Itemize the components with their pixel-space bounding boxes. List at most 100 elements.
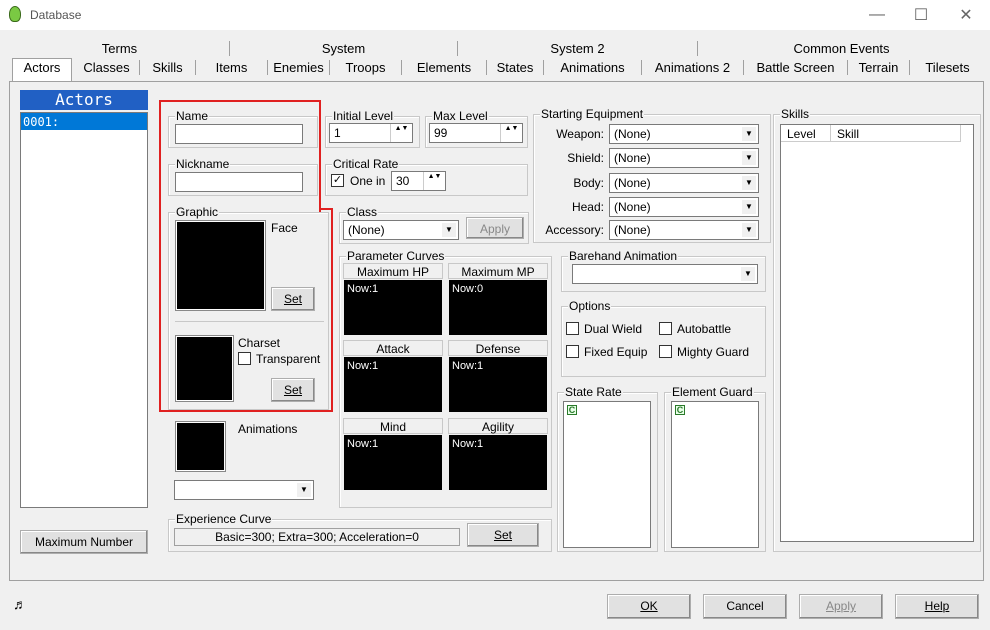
accessory-select[interactable]: (None) ▼	[609, 220, 759, 240]
accessory-value: (None)	[614, 223, 651, 237]
ok-button[interactable]: OK	[607, 594, 691, 619]
tab-states[interactable]: States	[487, 60, 544, 75]
tab-terms[interactable]: Terms	[10, 41, 230, 56]
barehand-select[interactable]: ▼	[572, 264, 758, 284]
curve-defense[interactable]: Now:1	[449, 357, 547, 412]
actors-list[interactable]: 0001:	[20, 112, 148, 508]
shield-select[interactable]: (None) ▼	[609, 148, 759, 168]
tab-elements[interactable]: Elements	[402, 60, 487, 75]
tab-system-2[interactable]: System 2	[458, 41, 698, 56]
tab-tilesets[interactable]: Tilesets	[910, 60, 985, 75]
max-level-label: Max Level	[432, 109, 489, 123]
help-button[interactable]: Help	[895, 594, 979, 619]
experience-curve-value: Basic=300; Extra=300; Acceleration=0	[174, 528, 460, 546]
app-icon	[9, 6, 21, 22]
weapon-select[interactable]: (None) ▼	[609, 124, 759, 144]
tab-row-1: Terms System System 2 Common Events	[10, 41, 985, 59]
equipment-label: Starting Equipment	[540, 107, 645, 121]
curve-attack[interactable]: Now:1	[344, 357, 442, 412]
curve-max-hp[interactable]: Now:1	[344, 280, 442, 335]
accessory-label: Accessory:	[545, 223, 604, 237]
mighty-guard-checkbox[interactable]	[659, 345, 672, 358]
element-guard-list[interactable]: C	[671, 401, 759, 548]
max-level-input[interactable]: 99 ▲▼	[429, 123, 523, 143]
skills-col-level[interactable]: Level	[781, 125, 831, 142]
tab-system[interactable]: System	[230, 41, 458, 56]
parameter-curves-label: Parameter Curves	[346, 249, 446, 263]
class-apply-button[interactable]: Apply	[466, 217, 524, 239]
curve-agility[interactable]: Now:1	[449, 435, 547, 490]
maximum-number-button[interactable]: Maximum Number	[20, 530, 148, 554]
head-select[interactable]: (None) ▼	[609, 197, 759, 217]
tab-terrain[interactable]: Terrain	[848, 60, 910, 75]
initial-level-spinner[interactable]: ▲▼	[390, 124, 412, 142]
chevron-down-icon: ▼	[297, 483, 311, 497]
skills-label: Skills	[780, 107, 811, 121]
animations-label: Animations	[238, 422, 298, 436]
max-level-spinner[interactable]: ▲▼	[500, 124, 522, 142]
chevron-down-icon: ▼	[742, 151, 756, 165]
mighty-guard-label: Mighty Guard	[677, 345, 750, 359]
tab-troops[interactable]: Troops	[330, 60, 402, 75]
state-rate-c-icon[interactable]: C	[567, 405, 577, 415]
tab-items[interactable]: Items	[196, 60, 268, 75]
chevron-down-icon: ▼	[742, 127, 756, 141]
tab-common-events[interactable]: Common Events	[698, 41, 985, 56]
apply-label: Apply	[825, 599, 857, 613]
music-note-icon[interactable]: ♬	[13, 596, 27, 612]
critical-rate-spinner[interactable]: ▲▼	[423, 172, 445, 190]
fixed-equip-checkbox[interactable]	[566, 345, 579, 358]
options-group: Options	[561, 299, 766, 377]
tab-battle-screen[interactable]: Battle Screen	[744, 60, 848, 75]
experience-set-label: Set	[493, 528, 512, 542]
minimize-button[interactable]: —	[854, 0, 900, 30]
critical-rate-input[interactable]: 30 ▲▼	[391, 171, 446, 191]
autobattle-checkbox[interactable]	[659, 322, 672, 335]
class-select[interactable]: (None) ▼	[343, 220, 459, 240]
skills-col-skill[interactable]: Skill	[831, 125, 961, 142]
dual-wield-checkbox[interactable]	[566, 322, 579, 335]
critical-checkbox[interactable]: ✓	[331, 174, 344, 187]
fixed-equip-label: Fixed Equip	[584, 345, 648, 359]
list-item[interactable]: 0001:	[21, 113, 147, 130]
initial-level-value: 1	[334, 126, 341, 140]
initial-level-input[interactable]: 1 ▲▼	[329, 123, 413, 143]
body-select[interactable]: (None) ▼	[609, 173, 759, 193]
state-rate-list[interactable]: C	[563, 401, 651, 548]
experience-set-button[interactable]: Set	[467, 523, 539, 547]
chevron-down-icon: ▼	[741, 267, 755, 281]
close-button[interactable]: ✕	[943, 0, 989, 30]
critical-rate-value: 30	[396, 174, 410, 188]
experience-curve-label: Experience Curve	[175, 512, 273, 526]
element-guard-c-icon[interactable]: C	[675, 405, 685, 415]
tab-enemies[interactable]: Enemies	[268, 60, 330, 75]
element-guard-label: Element Guard	[671, 385, 754, 399]
chevron-down-icon: ▼	[742, 223, 756, 237]
weapon-label: Weapon:	[556, 127, 604, 141]
curve-mind[interactable]: Now:1	[344, 435, 442, 490]
tab-classes[interactable]: Classes	[74, 60, 140, 75]
critical-check-label: One in	[350, 174, 386, 188]
highlight-box-lower	[159, 210, 333, 412]
critical-rate-label: Critical Rate	[332, 157, 400, 171]
curve-label-agility: Agility	[448, 418, 548, 434]
tab-animations[interactable]: Animations	[544, 60, 642, 75]
cancel-button[interactable]: Cancel	[703, 594, 787, 619]
animation-select[interactable]: ▼	[174, 480, 314, 500]
highlight-box	[159, 100, 321, 212]
head-label: Head:	[571, 200, 604, 214]
highlight-box-step	[319, 208, 333, 210]
shield-value: (None)	[614, 151, 651, 165]
skills-list[interactable]: Level Skill	[780, 124, 974, 542]
tab-skills[interactable]: Skills	[140, 60, 196, 75]
tab-actors[interactable]: Actors	[12, 58, 72, 82]
curve-max-mp[interactable]: Now:0	[449, 280, 547, 335]
actors-header: Actors	[20, 90, 148, 110]
window-title: Database	[30, 8, 82, 22]
options-label: Options	[568, 299, 612, 313]
tab-animations-2[interactable]: Animations 2	[642, 60, 744, 75]
maximize-button[interactable]: ☐	[898, 0, 944, 30]
help-label: Help	[924, 599, 950, 613]
body-value: (None)	[614, 176, 651, 190]
apply-button[interactable]: Apply	[799, 594, 883, 619]
